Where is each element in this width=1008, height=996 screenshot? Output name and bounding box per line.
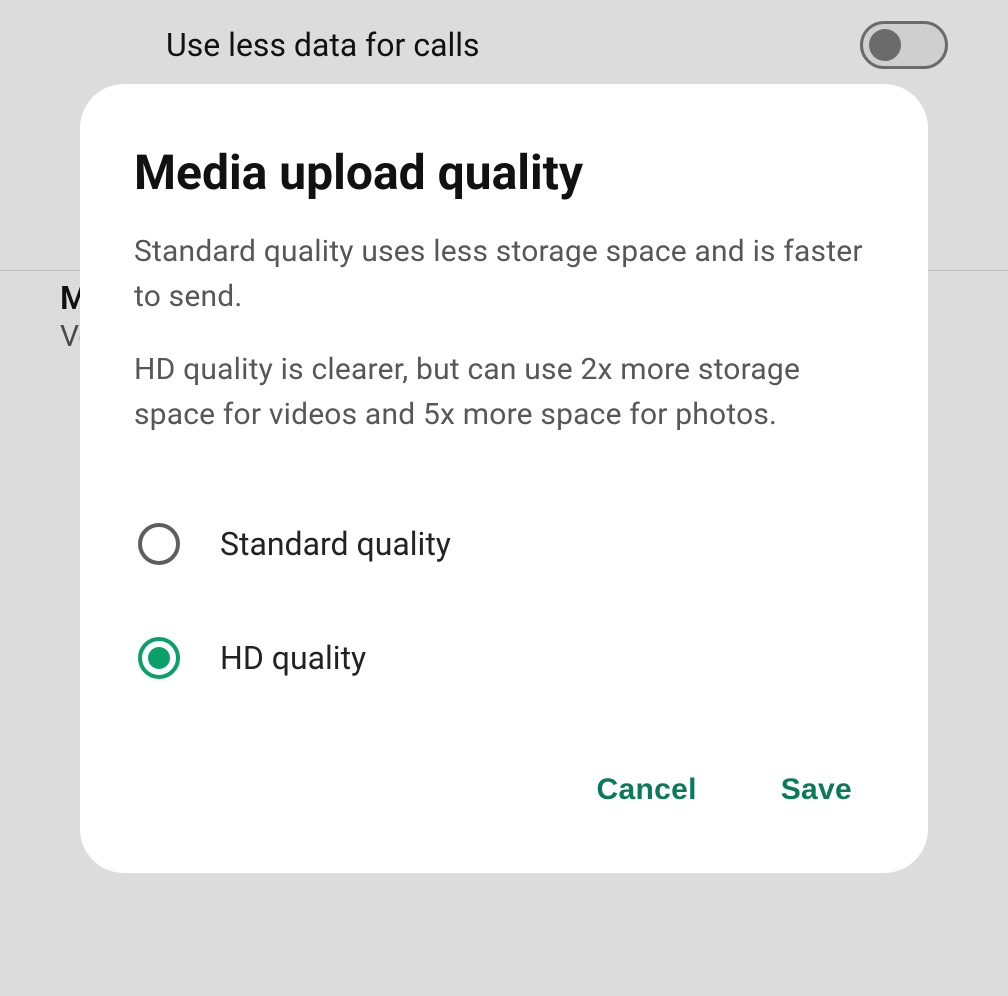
dialog-desc-hd: HD quality is clearer, but can use 2x mo… <box>134 347 874 437</box>
settings-row-label: Use less data for calls <box>166 26 480 64</box>
radio-option-standard-quality[interactable]: Standard quality <box>134 509 874 579</box>
dialog-options: Standard quality HD quality <box>134 509 874 693</box>
cancel-button[interactable]: Cancel <box>591 763 703 817</box>
media-upload-quality-dialog: Media upload quality Standard quality us… <box>80 84 928 873</box>
dialog-actions: Cancel Save <box>134 763 874 829</box>
save-button[interactable]: Save <box>775 763 858 817</box>
radio-label: Standard quality <box>220 525 451 563</box>
settings-row-use-less-data[interactable]: Use less data for calls <box>0 0 1008 90</box>
radio-option-hd-quality[interactable]: HD quality <box>134 623 874 693</box>
radio-icon <box>138 523 180 565</box>
dialog-desc-standard: Standard quality uses less storage space… <box>134 229 874 319</box>
radio-icon <box>138 637 180 679</box>
radio-label: HD quality <box>220 639 366 677</box>
toggle-use-less-data[interactable] <box>860 21 948 69</box>
dialog-title: Media upload quality <box>134 144 874 201</box>
toggle-knob-icon <box>869 29 901 61</box>
